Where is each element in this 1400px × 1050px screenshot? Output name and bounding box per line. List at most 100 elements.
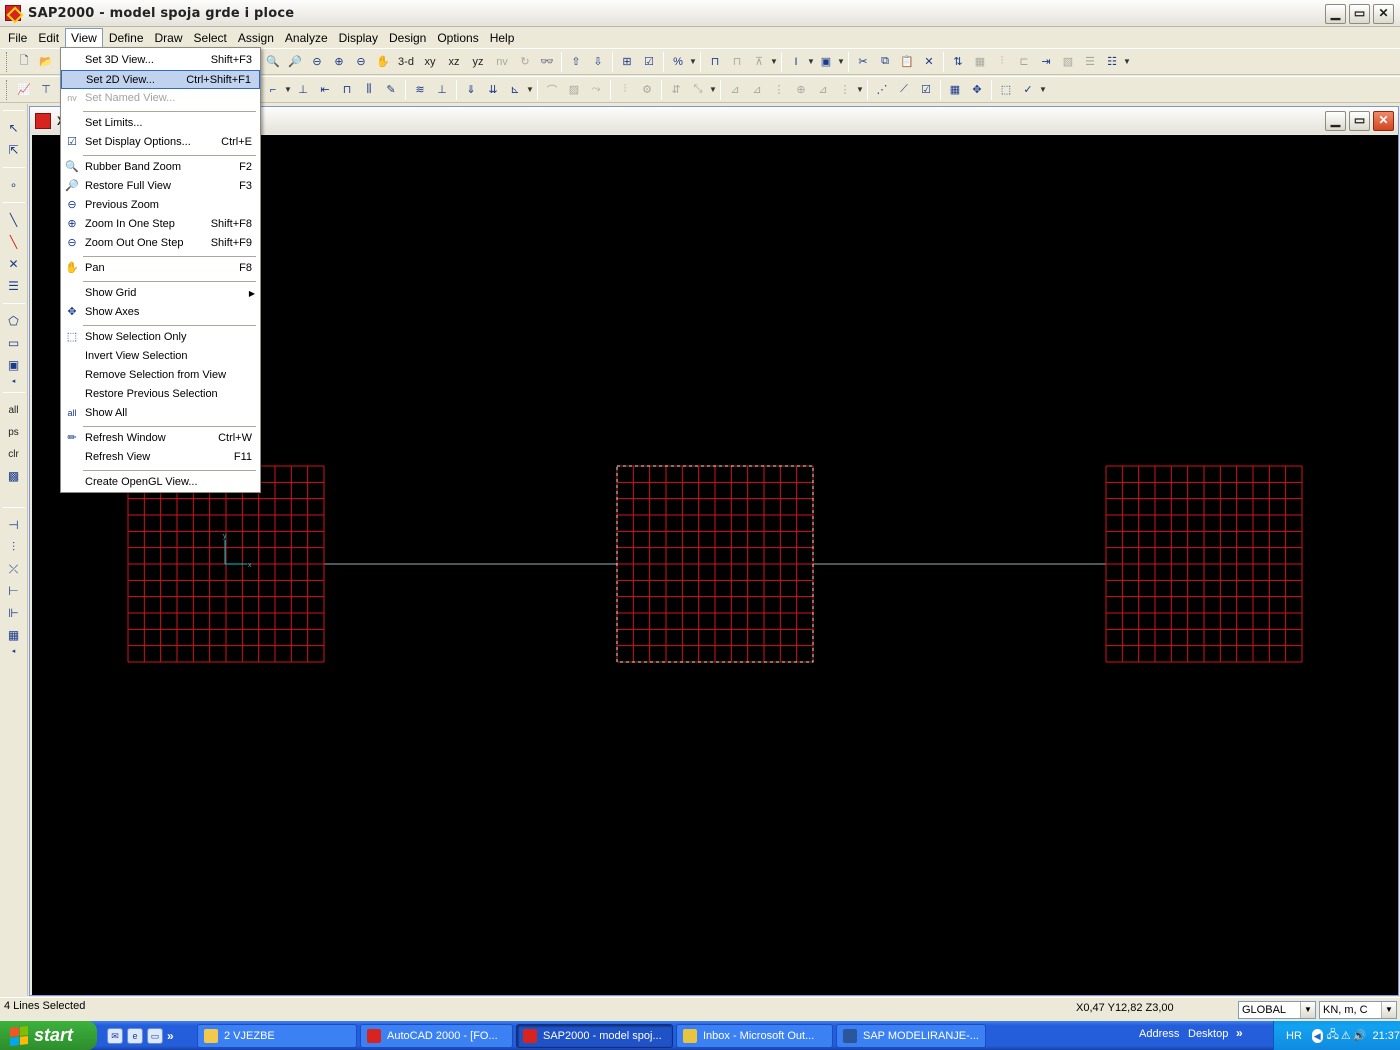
start-button[interactable]: start — [0, 1021, 97, 1050]
draw-cable-icon[interactable]: ✕ — [3, 253, 25, 275]
menu-item-show-all[interactable]: all Show All — [61, 404, 260, 423]
coordinate-system-select[interactable]: GLOBAL ▼ — [1238, 1001, 1316, 1019]
temperature-load-icon[interactable]: ⊾ — [504, 79, 526, 101]
minimize-button[interactable]: ▁ — [1325, 4, 1346, 24]
menu-item-show-selection-only[interactable]: ⬚ Show Selection Only — [61, 328, 260, 347]
child-maximize-button[interactable]: ▭ — [1349, 111, 1370, 131]
distributed-load-icon[interactable]: ⊓ — [336, 79, 358, 101]
y-axis-label[interactable]: y — [223, 533, 227, 540]
desktop-toolbar-label[interactable]: Desktop — [1188, 1028, 1228, 1040]
menu-item-set-3d-view[interactable]: Set 3D View... Shift+F3 — [61, 51, 260, 70]
move-up-icon[interactable]: ⇧ — [565, 51, 587, 73]
snap-point-icon[interactable]: ⋰ — [871, 79, 893, 101]
pen-icon[interactable]: ✎ — [380, 79, 402, 101]
snap-check-icon[interactable]: ☑ — [915, 79, 937, 101]
menu-edit[interactable]: Edit — [33, 29, 64, 47]
x-axis-label[interactable]: x — [248, 562, 252, 569]
snap-grid-icon[interactable]: ▦ — [3, 624, 25, 646]
frame-bracing-icon[interactable]: ⊼ — [748, 51, 770, 73]
draw-line-icon[interactable]: ╲ — [3, 231, 25, 253]
menu-item-set-named-view[interactable]: nv Set Named View... — [61, 89, 260, 108]
set-display-options-icon[interactable]: ⊞ — [616, 51, 638, 73]
chevron-down-icon[interactable]: ▼ — [526, 85, 534, 94]
menu-assign[interactable]: Assign — [233, 29, 279, 47]
named-view-button[interactable]: nv — [490, 51, 514, 73]
chevron-down-icon[interactable]: ▼ — [1123, 57, 1131, 66]
design-frame-icon[interactable]: ⊿ — [724, 79, 746, 101]
snap-joints-icon[interactable]: ⊣ — [3, 514, 25, 536]
desktop-icon[interactable]: ▭ — [147, 1027, 163, 1044]
chevron-down-icon[interactable]: ▼ — [1300, 1002, 1315, 1018]
rubber-band-zoom-icon[interactable]: 🔍 — [262, 51, 284, 73]
paste-icon[interactable]: 📋 — [896, 51, 918, 73]
toolbar-more[interactable]: » — [1236, 1026, 1243, 1040]
mode-shape-icon[interactable]: ⤳ — [585, 79, 607, 101]
internet-explorer-icon[interactable]: e — [127, 1027, 143, 1044]
design-check-icon[interactable]: ⊿ — [746, 79, 768, 101]
task-button[interactable]: 2 VJEZBE — [197, 1023, 357, 1048]
toolbar-grip[interactable] — [6, 51, 9, 72]
rotate-view-icon[interactable]: ↻ — [514, 51, 536, 73]
design-target-icon[interactable]: ⊕ — [790, 79, 812, 101]
chevron-down-icon[interactable]: ▼ — [709, 85, 717, 94]
frame-release-icon[interactable]: ⌐ — [262, 79, 284, 101]
graph-icon[interactable]: 📈 — [13, 79, 35, 101]
shell-stress-icon[interactable]: ▨ — [563, 79, 585, 101]
area-section-icon[interactable]: ▣ — [815, 51, 837, 73]
reactions-icon[interactable]: ⚙ — [636, 79, 658, 101]
cut-icon[interactable]: ✂ — [852, 51, 874, 73]
draw-poly-area-icon[interactable]: ⬠ — [3, 310, 25, 332]
snap-midpoint-icon[interactable]: ⫶ — [3, 536, 25, 558]
select-previous-icon[interactable]: ✓ — [1017, 79, 1039, 101]
intersecting-line-select-icon[interactable]: ▩ — [3, 465, 25, 487]
draw-rect-area-icon[interactable]: ▭ — [3, 332, 25, 354]
menu-analyze[interactable]: Analyze — [280, 29, 333, 47]
menu-item-previous-zoom[interactable]: ⊖ Previous Zoom — [61, 196, 260, 215]
outlook-icon[interactable]: ✉ — [107, 1027, 123, 1044]
units-select[interactable]: KN, m, C ▼ — [1319, 1001, 1397, 1019]
sap2000-app-icon[interactable] — [5, 5, 21, 21]
frame-forces-icon[interactable]: ⫶ — [614, 79, 636, 101]
frame-section-icon[interactable]: ⊓ — [704, 51, 726, 73]
task-button-active[interactable]: SAP2000 - model spoj... — [516, 1023, 673, 1048]
snap-lines-icon[interactable]: ⊩ — [3, 602, 25, 624]
copy-icon[interactable]: ⧉ — [874, 51, 896, 73]
menu-item-pan[interactable]: ✋ Pan F8 — [61, 259, 260, 278]
moment-icon[interactable]: ⤡ — [687, 79, 709, 101]
task-button[interactable]: AutoCAD 2000 - [FO... — [360, 1023, 513, 1048]
open-folder-icon[interactable]: 📂 — [35, 51, 57, 73]
joint-load-icon[interactable]: ⊥ — [292, 79, 314, 101]
menu-item-restore-previous-selection[interactable]: Restore Previous Selection — [61, 385, 260, 404]
sap2000-window-icon[interactable] — [35, 112, 51, 129]
menu-item-set-2d-view[interactable]: Set 2D View... Ctrl+Shift+F1 — [61, 70, 260, 89]
menu-help[interactable]: Help — [485, 29, 520, 47]
chevron-down-icon[interactable]: ▼ — [807, 57, 815, 66]
restraint-icon[interactable]: ⊤ — [35, 79, 57, 101]
new-model-icon[interactable]: 🗋 — [13, 51, 35, 73]
previous-zoom-icon[interactable]: ⊖ — [306, 51, 328, 73]
offset-icon[interactable]: ☰ — [1079, 51, 1101, 73]
view-3d-button[interactable]: 3-d — [394, 51, 418, 73]
menu-item-set-limits[interactable]: Set Limits... — [61, 114, 260, 133]
menu-options[interactable]: Options — [432, 29, 483, 47]
menu-view[interactable]: View — [65, 28, 103, 48]
merge-icon[interactable]: ⊏ — [1013, 51, 1035, 73]
move-down-icon[interactable]: ⇩ — [587, 51, 609, 73]
menu-design[interactable]: Design — [384, 29, 431, 47]
uniform-load-icon[interactable]: ⇊ — [482, 79, 504, 101]
snap-intersection-icon[interactable]: ⤫ — [3, 558, 25, 580]
menu-item-set-display-options[interactable]: ☑ Set Display Options... Ctrl+E — [61, 133, 260, 152]
delete-icon[interactable]: ✕ — [918, 51, 940, 73]
chevron-left-icon[interactable]: ◂ — [3, 376, 25, 386]
child-minimize-button[interactable]: ▁ — [1325, 111, 1346, 131]
menu-item-show-grid[interactable]: Show Grid ▶ — [61, 284, 260, 303]
language-indicator[interactable]: HR — [1286, 1030, 1302, 1042]
virtual-work-icon[interactable]: ⇵ — [665, 79, 687, 101]
menu-file[interactable]: File — [3, 29, 32, 47]
security-icon[interactable]: ⚠ — [1341, 1029, 1351, 1042]
select-all-button[interactable]: all — [3, 399, 25, 421]
i-section-icon[interactable]: I — [785, 51, 807, 73]
center-slab-mesh[interactable] — [616, 465, 814, 663]
zoom-out-icon[interactable]: ⊖ — [350, 51, 372, 73]
menu-item-zoom-out[interactable]: ⊖ Zoom Out One Step Shift+F9 — [61, 234, 260, 253]
